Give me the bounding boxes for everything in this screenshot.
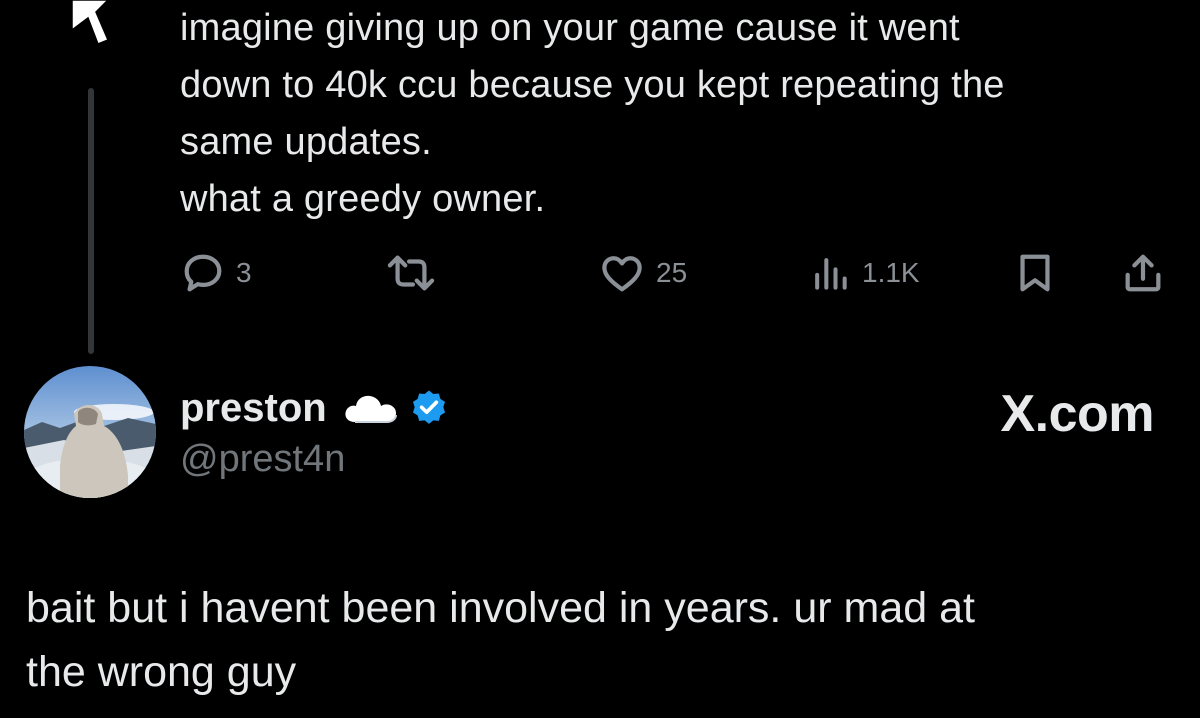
like-count: 25 xyxy=(656,257,688,288)
parent-post-text: imagine giving up on your game cause it … xyxy=(180,0,1180,228)
heart-icon xyxy=(602,256,642,292)
reply-icon xyxy=(184,254,222,292)
reply-button[interactable]: 3 xyxy=(180,246,252,300)
author-name-row: preston xyxy=(180,380,449,436)
like-button[interactable]: 25 xyxy=(598,246,687,300)
verified-badge-icon xyxy=(412,390,445,424)
views-chart-icon xyxy=(815,258,847,290)
reply-post-line: bait but i havent been involved in years… xyxy=(26,584,975,632)
mouse-cursor-icon xyxy=(71,0,110,45)
bookmark-icon xyxy=(1020,254,1050,292)
share-button[interactable] xyxy=(1120,246,1166,300)
thread-connector-line xyxy=(88,88,94,354)
reply-post-line: the wrong guy xyxy=(26,648,297,696)
reply-count: 3 xyxy=(236,257,252,288)
avatar-image xyxy=(24,366,156,498)
share-icon xyxy=(1125,254,1161,292)
reply-post-text: bait but i havent been involved in years… xyxy=(26,576,1176,704)
post-action-bar: 3 25 1.1K xyxy=(0,246,1200,300)
views-count: 1.1K xyxy=(862,257,920,288)
cloud-icon xyxy=(345,395,397,423)
parent-post-line: imagine giving up on your game cause it … xyxy=(180,7,960,49)
avatar[interactable] xyxy=(24,366,156,498)
views-button[interactable]: 1.1K xyxy=(808,246,920,300)
x-com-brand: X.com xyxy=(1000,385,1154,443)
repost-button[interactable] xyxy=(384,246,448,300)
bookmark-button[interactable] xyxy=(1012,246,1058,300)
parent-post-line: what a greedy owner. xyxy=(180,178,546,220)
author-display-name[interactable]: preston xyxy=(180,386,327,431)
parent-post-line: down to 40k ccu because you kept repeati… xyxy=(180,64,1005,106)
repost-icon xyxy=(387,255,435,291)
parent-post-line: same updates. xyxy=(180,121,432,163)
author-handle[interactable]: @prest4n xyxy=(180,438,345,481)
